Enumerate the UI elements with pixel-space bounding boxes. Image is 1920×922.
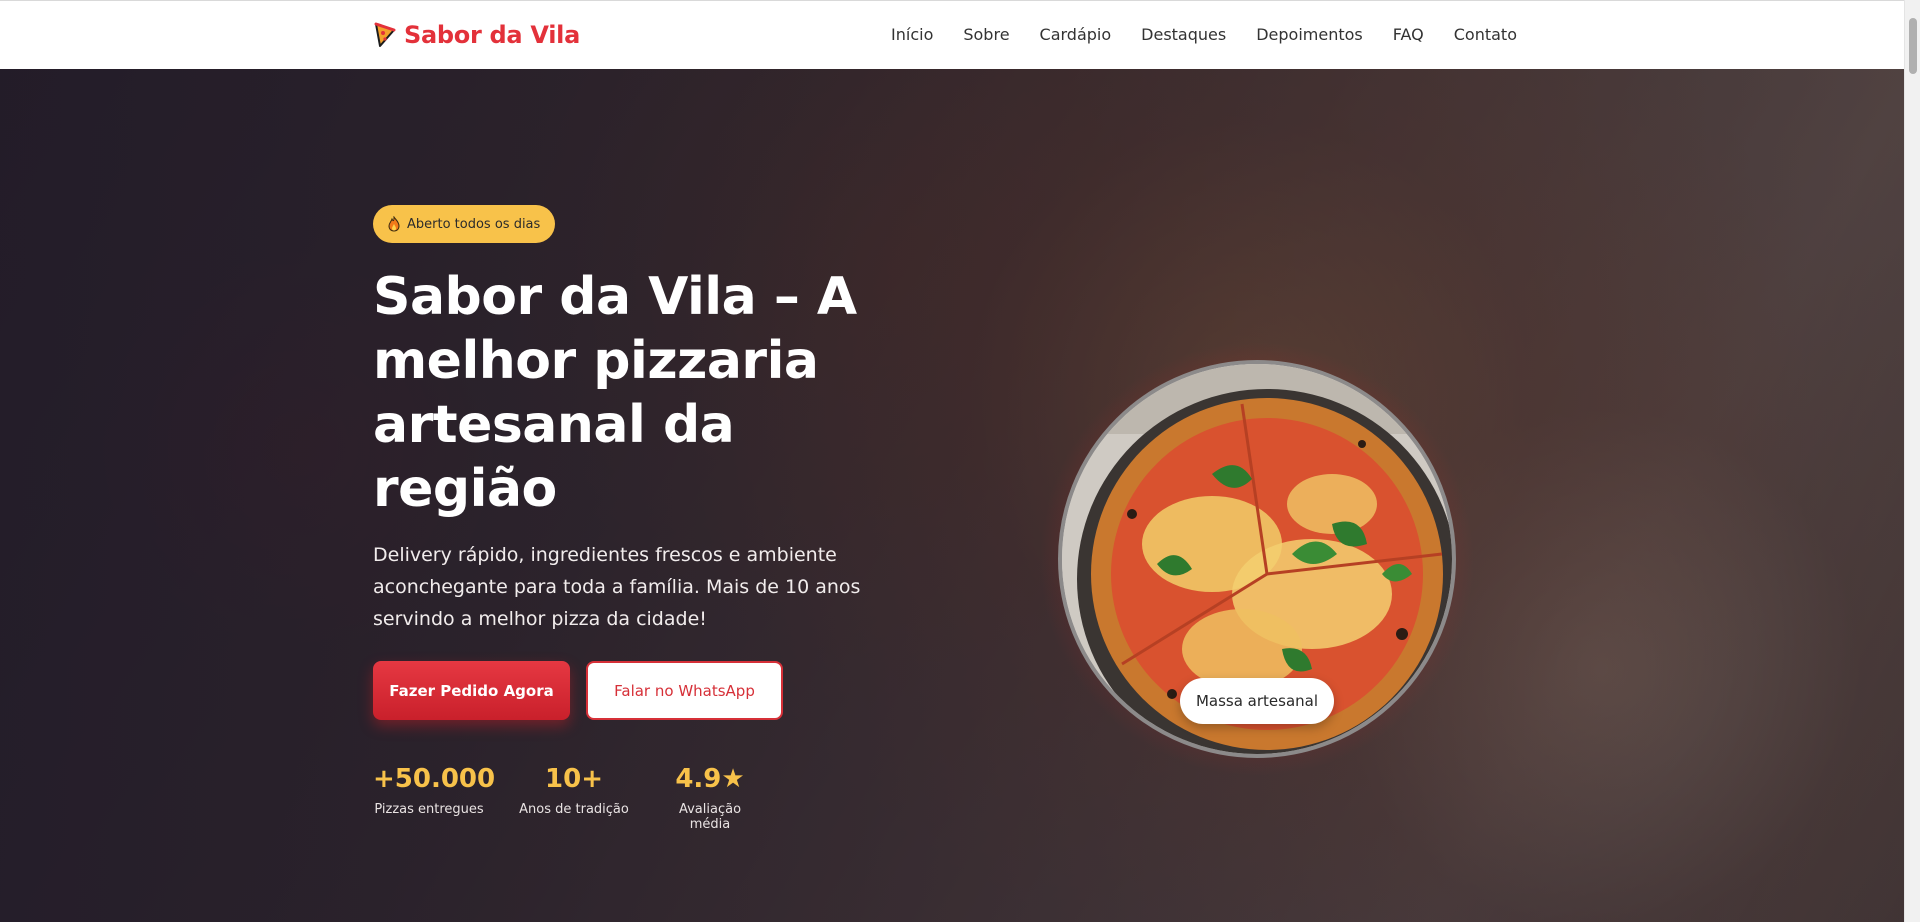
nav-link-faq[interactable]: FAQ <box>1393 25 1424 44</box>
main-nav: Início Sobre Cardápio Destaques Depoimen… <box>891 25 1517 44</box>
order-now-button[interactable]: Fazer Pedido Agora <box>373 661 570 720</box>
stat-label: Anos de tradição <box>519 802 629 817</box>
stat-value: 10+ <box>545 764 603 794</box>
hero-background-overlay <box>0 69 1904 922</box>
stat-value: 4.9★ <box>675 764 745 794</box>
stat-pizzas-delivered: +50.000 Pizzas entregues <box>373 764 496 832</box>
hero-content: Aberto todos os dias Sabor da Vila – A m… <box>373 205 933 832</box>
nav-link-depoimentos[interactable]: Depoimentos <box>1256 25 1363 44</box>
nav-link-sobre[interactable]: Sobre <box>963 25 1009 44</box>
hero-actions: Fazer Pedido Agora Falar no WhatsApp <box>373 661 933 720</box>
site-header: Sabor da Vila Início Sobre Cardápio Dest… <box>0 0 1904 69</box>
hero-section: Aberto todos os dias Sabor da Vila – A m… <box>0 69 1904 922</box>
flame-icon <box>388 216 400 232</box>
badge-label: Aberto todos os dias <box>407 216 541 232</box>
hero-pizza-image: Massa artesanal <box>1038 340 1476 778</box>
stat-value: +50.000 <box>373 764 496 794</box>
stat-label: Pizzas entregues <box>374 802 484 817</box>
nav-link-destaques[interactable]: Destaques <box>1141 25 1226 44</box>
brand-name: Sabor da Vila <box>404 21 580 49</box>
pizza-slice-icon <box>374 22 396 47</box>
stat-years: 10+ Anos de tradição <box>519 764 629 832</box>
nav-link-inicio[interactable]: Início <box>891 25 933 44</box>
image-caption-chip: Massa artesanal <box>1180 678 1334 724</box>
nav-link-contato[interactable]: Contato <box>1454 25 1517 44</box>
hero-subtitle: Delivery rápido, ingredientes frescos e … <box>373 544 861 630</box>
open-badge: Aberto todos os dias <box>373 205 556 243</box>
hero-stats: +50.000 Pizzas entregues 10+ Anos de tra… <box>373 764 933 832</box>
stat-rating: 4.9★ Avaliação média <box>659 764 761 832</box>
whatsapp-button[interactable]: Falar no WhatsApp <box>586 661 783 720</box>
hero-title: Sabor da Vila – A melhor pizzaria artesa… <box>373 267 857 519</box>
scrollbar-thumb[interactable] <box>1909 18 1917 74</box>
page-scrollbar[interactable] <box>1904 0 1920 922</box>
brand-logo[interactable]: Sabor da Vila <box>374 21 580 49</box>
nav-link-cardapio[interactable]: Cardápio <box>1040 25 1112 44</box>
stat-label: Avaliação média <box>678 802 742 832</box>
